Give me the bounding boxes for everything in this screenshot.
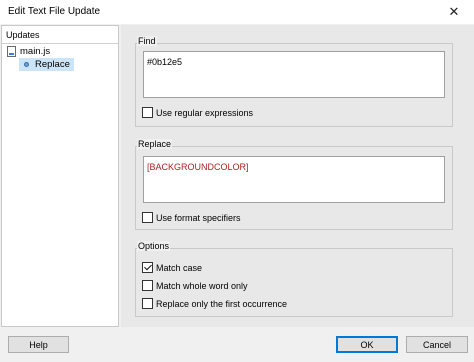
- title-bar: Edit Text File Update ✕: [0, 0, 474, 24]
- match-case-label: Match case: [156, 262, 203, 273]
- tree-item-label: Replace: [35, 59, 70, 70]
- updates-tree: Updates main.js Replace: [1, 25, 119, 327]
- options-legend: Options: [137, 241, 171, 251]
- match-case-checkbox[interactable]: [142, 262, 153, 273]
- regex-option[interactable]: Use regular expressions: [142, 106, 253, 119]
- tree-item-label: main.js: [20, 46, 51, 57]
- regex-label: Use regular expressions: [156, 107, 254, 118]
- first-only-option[interactable]: Replace only the first occurrence: [142, 297, 287, 310]
- tree-item-replace[interactable]: Replace: [19, 58, 74, 71]
- cancel-button[interactable]: Cancel: [406, 336, 468, 353]
- tree-item-main-js[interactable]: main.js: [2, 44, 118, 58]
- match-case-option[interactable]: Match case: [142, 261, 202, 274]
- replace-legend: Replace: [137, 139, 173, 149]
- js-file-icon: [7, 46, 16, 57]
- find-legend: Find: [137, 36, 157, 46]
- whole-word-checkbox[interactable]: [142, 280, 153, 291]
- regex-checkbox[interactable]: [142, 107, 153, 118]
- replace-node-icon: [24, 62, 29, 67]
- format-option[interactable]: Use format specifiers: [142, 211, 241, 224]
- replace-input[interactable]: [BACKGROUNDCOLOR]: [143, 156, 445, 203]
- close-icon[interactable]: ✕: [434, 0, 474, 24]
- button-bar: [0, 327, 474, 362]
- tree-header: Updates: [2, 26, 118, 44]
- whole-word-option[interactable]: Match whole word only: [142, 279, 248, 292]
- help-button[interactable]: Help: [8, 336, 69, 353]
- window-title: Edit Text File Update: [8, 6, 101, 17]
- ok-button[interactable]: OK: [336, 336, 398, 353]
- find-input[interactable]: #0b12e5: [143, 51, 445, 98]
- format-label: Use format specifiers: [156, 212, 241, 223]
- format-checkbox[interactable]: [142, 212, 153, 223]
- first-only-checkbox[interactable]: [142, 298, 153, 309]
- first-only-label: Replace only the first occurrence: [156, 298, 288, 309]
- whole-word-label: Match whole word only: [156, 280, 248, 291]
